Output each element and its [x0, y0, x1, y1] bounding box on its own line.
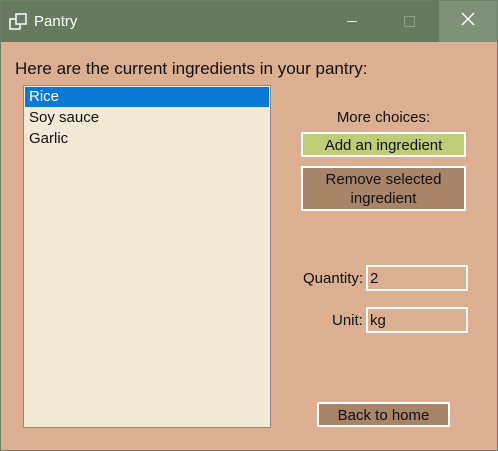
unit-label: Unit:: [332, 312, 363, 329]
close-button[interactable]: [439, 1, 497, 42]
intro-text: Here are the current ingredients in your…: [15, 59, 368, 78]
ingredients-listbox[interactable]: Rice Soy sauce Garlic: [23, 85, 271, 428]
list-item[interactable]: Rice: [25, 87, 269, 107]
maximize-icon: [404, 16, 415, 27]
close-icon: [461, 12, 475, 31]
minimize-button[interactable]: [329, 1, 374, 42]
title-bar[interactable]: Pantry: [1, 1, 497, 42]
back-to-home-button[interactable]: Back to home: [317, 402, 450, 427]
quantity-input[interactable]: [366, 265, 468, 291]
more-choices-label: More choices:: [336, 109, 431, 126]
quantity-label: Quantity:: [303, 270, 364, 287]
add-ingredient-button[interactable]: Add an ingredient: [301, 132, 466, 157]
maximize-button[interactable]: [387, 1, 432, 42]
remove-ingredient-button[interactable]: Remove selected ingredient: [301, 166, 466, 211]
minimize-icon: [346, 21, 357, 22]
list-item[interactable]: Soy sauce: [25, 108, 269, 128]
unit-input[interactable]: [366, 307, 468, 333]
remove-label-line1: Remove selected: [325, 170, 442, 188]
remove-button-label: Remove selected ingredient: [326, 170, 442, 208]
list-item[interactable]: Garlic: [25, 129, 269, 149]
remove-label-line2: ingredient: [350, 189, 417, 207]
pantry-window: Pantry Here are the current ingredients …: [0, 0, 498, 451]
app-window-icon: [9, 13, 27, 31]
window-title: Pantry: [34, 13, 78, 30]
